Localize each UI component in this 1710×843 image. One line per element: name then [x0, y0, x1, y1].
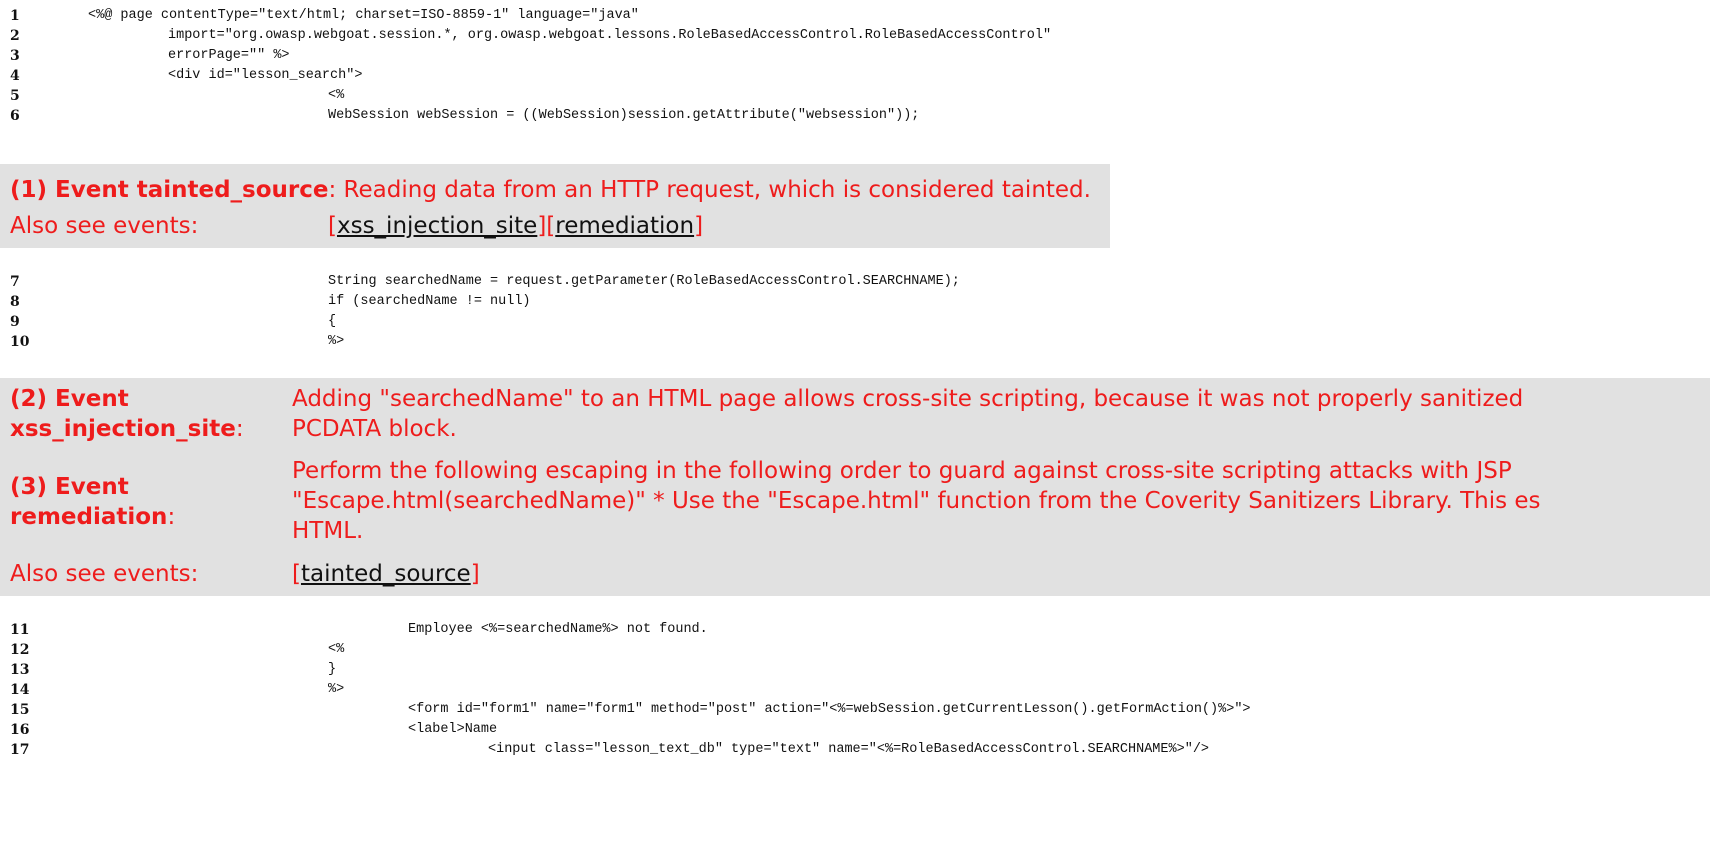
code-line: 2 import="org.owasp.webgoat.session.*, o… [0, 26, 1710, 46]
event-description-line: "Escape.html(searchedName)" * Use the "E… [292, 488, 1541, 514]
line-number: 10 [10, 334, 30, 350]
also-see-label: Also see events: [10, 213, 199, 239]
line-number: 11 [10, 622, 30, 638]
event-tainted-source: (1) Event tainted_source: Reading data f… [0, 164, 1110, 248]
line-number: 3 [10, 48, 20, 64]
event-description-line: HTML. [292, 518, 364, 544]
code-block-a: 1 <%@ page contentType="text/html; chars… [0, 6, 1710, 126]
event-2-label: (2) Event xss_injection_site: [10, 384, 244, 444]
code-line: 4 <div id="lesson_search"> [0, 66, 1710, 86]
code-text: <%@ page contentType="text/html; charset… [88, 8, 639, 23]
also-see-label: Also see events: [10, 561, 199, 587]
code-text: <form id="form1" name="form1" method="po… [408, 702, 1251, 717]
code-text: <% [328, 642, 345, 657]
event-2-description: Adding "searchedName" to an HTML page al… [292, 384, 1523, 444]
event-description: Reading data from an HTTP request, which… [336, 177, 1091, 203]
code-line: 9 { [0, 312, 1710, 332]
link-xss-injection-site[interactable]: xss_injection_site [337, 213, 537, 239]
event-label-line: (3) Event [10, 474, 129, 500]
line-number: 15 [10, 702, 30, 718]
line-number: 9 [10, 314, 20, 330]
line-number: 7 [10, 274, 20, 290]
line-number: 2 [10, 28, 20, 44]
code-line: 13 } [0, 660, 1710, 680]
code-block-c: 11 Employee <%=searchedName%> not found.… [0, 620, 1710, 760]
event-label-line: remediation [10, 504, 168, 530]
code-block-b: 7 String searchedName = request.getParam… [0, 272, 1710, 352]
code-line: 8 if (searchedName != null) [0, 292, 1710, 312]
event-3-label: (3) Event remediation: [10, 472, 175, 532]
event-label-line: (2) Event [10, 386, 129, 412]
line-number: 8 [10, 294, 20, 310]
line-number: 14 [10, 682, 30, 698]
code-line: 1 <%@ page contentType="text/html; chars… [0, 6, 1710, 26]
code-line: 14 %> [0, 680, 1710, 700]
event-xss-injection-and-remediation: (2) Event xss_injection_site: Adding "se… [0, 378, 1710, 596]
code-line: 17 <input class="lesson_text_db" type="t… [0, 740, 1710, 760]
event-label-line: xss_injection_site [10, 416, 236, 442]
code-line: 6 WebSession webSession = ((WebSession)s… [0, 106, 1710, 126]
line-number: 6 [10, 108, 20, 124]
link-tainted-source[interactable]: tainted_source [301, 561, 471, 587]
code-line: 11 Employee <%=searchedName%> not found. [0, 620, 1710, 640]
code-text: } [328, 662, 337, 677]
code-text: %> [328, 334, 345, 349]
code-line: 16 <label>Name [0, 720, 1710, 740]
code-line: 12 <% [0, 640, 1710, 660]
event-3-description: Perform the following escaping in the fo… [292, 456, 1541, 546]
line-number: 13 [10, 662, 30, 678]
code-text: import="org.owasp.webgoat.session.*, org… [168, 28, 1052, 43]
line-number: 4 [10, 68, 20, 84]
event-label: (1) Event tainted_source [10, 177, 329, 203]
code-text: <div id="lesson_search"> [168, 68, 363, 83]
code-text: <% [328, 88, 345, 103]
line-number: 5 [10, 88, 20, 104]
line-number: 16 [10, 722, 30, 738]
code-line: 3 errorPage="" %> [0, 46, 1710, 66]
code-text: Employee <%=searchedName%> not found. [408, 622, 708, 637]
event-description-line: PCDATA block. [292, 416, 457, 442]
event-label-colon: : [235, 416, 244, 442]
line-number: 17 [10, 742, 30, 758]
code-text: if (searchedName != null) [328, 294, 531, 309]
event-description-line: Perform the following escaping in the fo… [292, 458, 1512, 484]
code-line: 15 <form id="form1" name="form1" method=… [0, 700, 1710, 720]
code-text: %> [328, 682, 345, 697]
event-label-colon: : [167, 504, 176, 530]
code-text: errorPage="" %> [168, 48, 290, 63]
link-remediation[interactable]: remediation [555, 213, 694, 239]
line-number: 1 [10, 8, 20, 24]
event-description-line: Adding "searchedName" to an HTML page al… [292, 386, 1524, 412]
code-text: { [328, 314, 337, 329]
code-text: <input class="lesson_text_db" type="text… [488, 742, 1210, 757]
code-text: <label>Name [408, 722, 498, 737]
line-number: 12 [10, 642, 30, 658]
code-line: 7 String searchedName = request.getParam… [0, 272, 1710, 292]
code-text: WebSession webSession = ((WebSession)ses… [328, 108, 920, 123]
code-line: 5 <% [0, 86, 1710, 106]
code-text: String searchedName = request.getParamet… [328, 274, 960, 289]
code-line: 10 %> [0, 332, 1710, 352]
